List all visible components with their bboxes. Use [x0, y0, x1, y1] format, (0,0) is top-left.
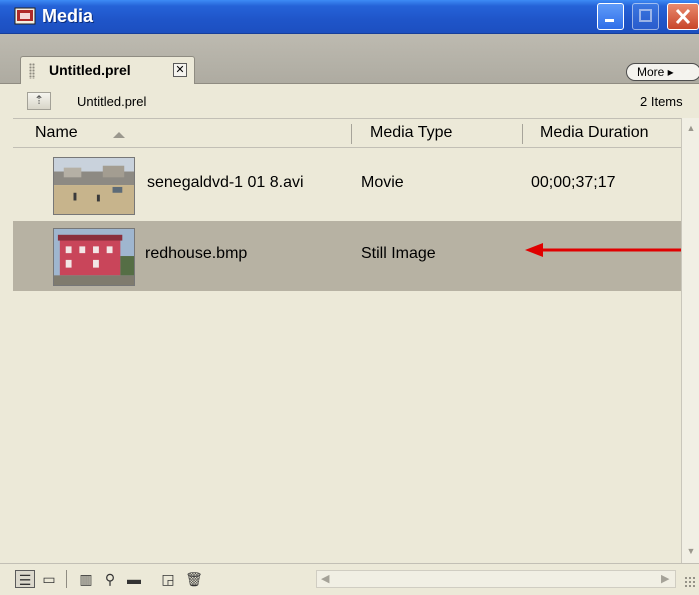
list-view-icon[interactable]: ☰ — [15, 570, 35, 588]
window-title: Media — [42, 6, 94, 26]
new-item-icon[interactable]: ◲ — [158, 570, 178, 588]
video-thumbnail — [53, 157, 135, 215]
trash-icon[interactable]: 🗑 — [184, 570, 204, 588]
scroll-down-icon[interactable]: ▼ — [684, 543, 698, 559]
icon-view-icon[interactable]: ▭ — [39, 570, 59, 588]
scroll-up-icon[interactable]: ▲ — [684, 120, 698, 136]
item-media-duration: 00;00;37;17 — [531, 174, 616, 191]
project-path: Untitled.prel — [77, 94, 147, 109]
title-bar[interactable]: Media — [0, 0, 699, 34]
find-icon[interactable]: ⚲ — [100, 570, 120, 588]
bottom-toolbar: ☰ ▭ ▥ ⚲ ▬ ◲ 🗑 ◀ ▶ — [0, 563, 699, 595]
column-header: Name Media Type Media Duration — [13, 118, 681, 148]
red-arrow-annotation — [525, 243, 699, 257]
toolbar-divider — [66, 570, 67, 588]
scroll-right-icon[interactable]: ▶ — [661, 571, 669, 587]
scroll-left-icon[interactable]: ◀ — [321, 571, 329, 587]
column-media-duration[interactable]: Media Duration — [540, 124, 649, 142]
vertical-scrollbar[interactable]: ▲ ▼ — [681, 118, 699, 563]
tab-close-icon[interactable]: ✕ — [173, 63, 187, 77]
maximize-button[interactable] — [632, 3, 659, 30]
item-name: redhouse.bmp — [145, 245, 248, 262]
new-bin-icon[interactable]: ▬ — [124, 570, 144, 588]
more-menu-button[interactable]: More ▸ — [626, 63, 699, 81]
minimize-icon — [605, 19, 614, 22]
horizontal-scrollbar[interactable]: ◀ ▶ — [316, 570, 676, 588]
column-divider[interactable] — [351, 124, 352, 144]
column-media-type[interactable]: Media Type — [370, 124, 452, 142]
tab-grip-icon[interactable] — [29, 63, 35, 79]
column-divider[interactable] — [522, 124, 523, 144]
media-window: Media Untitled.prel ✕ More ▸ ⇡ Untitled.… — [0, 0, 699, 595]
item-media-type: Still Image — [361, 245, 436, 262]
sort-ascending-icon[interactable] — [113, 132, 125, 138]
tab-untitled-prel[interactable]: Untitled.prel ✕ — [20, 56, 195, 84]
media-list: senegaldvd-1 01 8.avi Movie 00;00;37;17 … — [13, 148, 681, 563]
close-window-button[interactable] — [667, 3, 699, 30]
tab-bar: Untitled.prel ✕ More ▸ — [0, 34, 699, 84]
item-name: senegaldvd-1 01 8.avi — [147, 174, 304, 191]
tab-label: Untitled.prel — [49, 62, 131, 78]
image-thumbnail — [53, 228, 135, 286]
column-name[interactable]: Name — [35, 124, 78, 142]
media-app-icon — [14, 7, 36, 25]
maximize-icon — [639, 9, 652, 22]
item-count: 2 Items — [640, 94, 683, 109]
list-item[interactable]: senegaldvd-1 01 8.avi Movie 00;00;37;17 — [13, 150, 681, 220]
minimize-button[interactable] — [597, 3, 624, 30]
item-media-type: Movie — [361, 174, 404, 191]
storyboard-icon[interactable]: ▥ — [76, 570, 96, 588]
go-up-icon[interactable]: ⇡ — [27, 92, 51, 110]
close-icon — [675, 8, 691, 25]
resize-grip-icon[interactable] — [684, 576, 696, 588]
